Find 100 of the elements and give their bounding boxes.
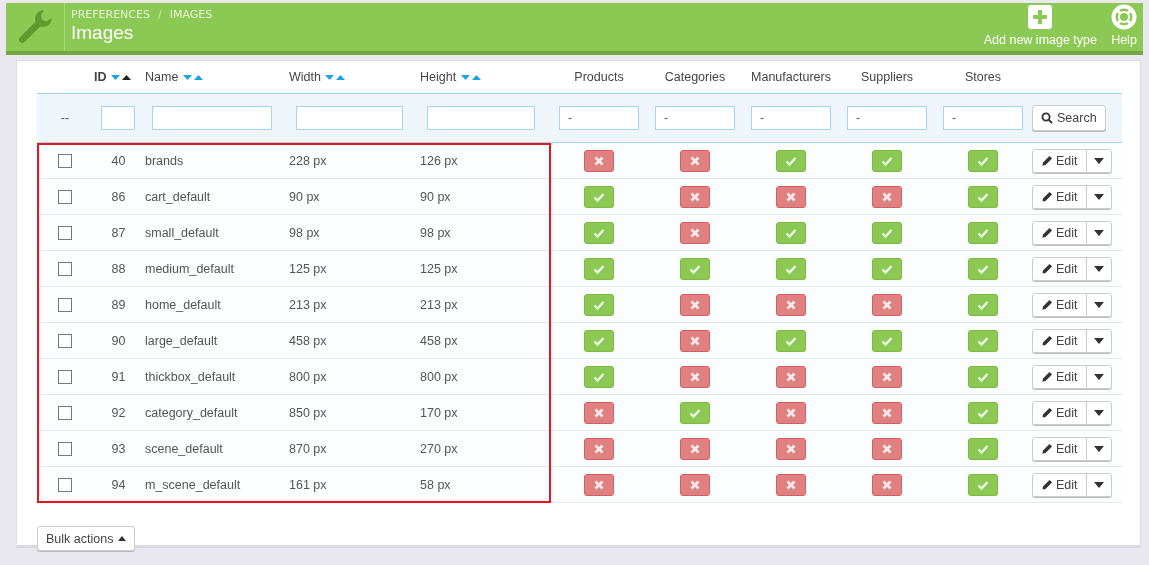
enabled-toggle[interactable] <box>968 365 998 388</box>
enabled-toggle[interactable] <box>584 329 614 352</box>
edit-button[interactable]: Edit <box>1033 257 1087 280</box>
column-header[interactable]: Width <box>289 70 321 84</box>
enabled-toggle[interactable] <box>776 257 806 280</box>
filter-select[interactable]: - <box>847 106 927 130</box>
filter-select[interactable]: - <box>559 106 639 130</box>
cross-icon <box>785 442 797 455</box>
checkbox[interactable] <box>58 261 72 276</box>
edit-button[interactable]: Edit <box>1033 401 1087 424</box>
filter-input[interactable] <box>427 106 535 130</box>
cross-icon <box>785 478 797 491</box>
lifebuoy-icon <box>1111 4 1137 30</box>
enabled-toggle[interactable] <box>968 437 998 460</box>
checkbox[interactable] <box>58 405 72 420</box>
filter-select[interactable]: - <box>655 106 735 130</box>
enabled-toggle[interactable] <box>872 221 902 244</box>
enabled-toggle[interactable] <box>872 149 902 172</box>
enabled-toggle[interactable] <box>776 149 806 172</box>
enabled-toggle[interactable] <box>680 401 710 424</box>
enabled-toggle[interactable] <box>968 329 998 352</box>
enabled-toggle[interactable] <box>680 257 710 280</box>
check-icon <box>881 226 893 239</box>
enabled-toggle[interactable] <box>872 329 902 352</box>
caret-icon <box>1093 193 1104 200</box>
checkbox[interactable] <box>58 441 72 456</box>
edit-button[interactable]: Edit <box>1033 437 1087 460</box>
cross-icon <box>593 478 605 491</box>
enabled-toggle[interactable] <box>968 293 998 316</box>
enabled-toggle[interactable] <box>584 185 614 208</box>
table-cell: brands <box>145 153 184 168</box>
checkbox[interactable] <box>58 297 72 312</box>
enabled-toggle[interactable] <box>968 221 998 244</box>
enabled-toggle[interactable] <box>584 365 614 388</box>
filter-select[interactable]: - <box>943 106 1023 130</box>
edit-button[interactable]: Edit <box>1033 185 1087 208</box>
check-icon <box>689 262 701 275</box>
caret-icon <box>1093 373 1104 380</box>
enabled-toggle[interactable] <box>584 221 614 244</box>
table-cell: 850 px <box>289 405 327 420</box>
column-header[interactable]: Name <box>145 70 179 84</box>
check-icon <box>977 478 989 491</box>
checkbox[interactable] <box>58 333 72 348</box>
pencil-icon <box>1041 334 1053 347</box>
checkbox[interactable] <box>58 225 72 240</box>
enabled-toggle[interactable] <box>968 257 998 280</box>
table-cell: 126 px <box>420 153 458 168</box>
check-icon <box>593 370 605 383</box>
pencil-icon <box>1041 262 1053 275</box>
table-cell: 90 px <box>289 189 320 204</box>
enabled-toggle[interactable] <box>872 257 902 280</box>
check-icon <box>977 406 989 419</box>
edit-button[interactable]: Edit <box>1033 473 1087 496</box>
enabled-toggle[interactable] <box>968 149 998 172</box>
edit-button[interactable]: Edit <box>1033 329 1087 352</box>
caret-icon <box>1093 409 1104 416</box>
edit-button[interactable]: Edit <box>1033 293 1087 316</box>
column-header[interactable]: Height <box>420 70 457 84</box>
search-button[interactable]: Search <box>1032 105 1106 131</box>
table-cell: 40 <box>111 153 126 168</box>
page-title: Images <box>71 22 135 44</box>
checkbox[interactable] <box>58 477 72 492</box>
caret-icon <box>1093 481 1104 488</box>
check-icon <box>785 226 797 239</box>
table-cell: 86 <box>111 189 126 204</box>
table-cell: cart_default <box>145 189 211 204</box>
table-cell: 91 <box>111 369 126 384</box>
enabled-toggle[interactable] <box>776 221 806 244</box>
enabled-toggle[interactable] <box>968 185 998 208</box>
check-icon <box>977 370 989 383</box>
table-cell: category_default <box>145 405 238 420</box>
enabled-toggle[interactable] <box>968 401 998 424</box>
table-cell: 161 px <box>289 477 327 492</box>
check-icon <box>785 262 797 275</box>
filter-input[interactable] <box>296 106 403 130</box>
filter-input[interactable] <box>152 106 272 130</box>
checkbox[interactable] <box>58 189 72 204</box>
caret-icon <box>1093 301 1104 308</box>
checkbox[interactable] <box>58 369 72 384</box>
sort-arrows-icon[interactable] <box>111 74 131 81</box>
checkbox[interactable] <box>58 153 72 168</box>
enabled-toggle[interactable] <box>776 329 806 352</box>
check-icon <box>881 262 893 275</box>
edit-button[interactable]: Edit <box>1033 365 1087 388</box>
enabled-toggle[interactable] <box>968 473 998 496</box>
bulk-actions-button[interactable]: Bulk actions <box>37 526 136 551</box>
filter-input[interactable] <box>101 106 135 130</box>
filter-select[interactable]: - <box>751 106 831 130</box>
table-cell: 98 px <box>420 225 451 240</box>
pencil-icon <box>1041 226 1053 239</box>
check-icon <box>977 334 989 347</box>
column-header: Categories <box>664 70 726 84</box>
enabled-toggle[interactable] <box>584 293 614 316</box>
edit-button[interactable]: Edit <box>1033 221 1087 244</box>
cross-icon <box>881 298 893 311</box>
enabled-toggle[interactable] <box>584 257 614 280</box>
column-header[interactable]: ID <box>94 70 107 84</box>
edit-button[interactable]: Edit <box>1033 149 1087 172</box>
table-cell: 88 <box>111 261 126 276</box>
check-icon <box>593 298 605 311</box>
